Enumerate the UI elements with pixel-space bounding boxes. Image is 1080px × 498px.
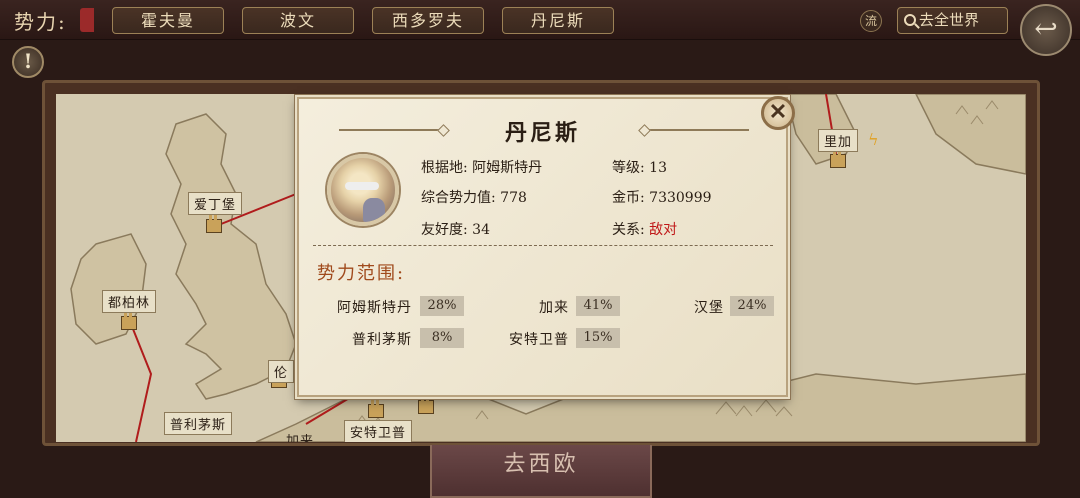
base-value: 阿姆斯特丹	[472, 160, 543, 176]
gold-label: 金币:	[612, 190, 645, 206]
go-west-button[interactable]: 去西欧	[430, 445, 652, 498]
city-marker-anteweipu[interactable]	[368, 400, 384, 418]
back-arrow-icon: ↩	[1034, 12, 1058, 45]
gold-row: 金币: 7330999	[612, 187, 712, 207]
level-value: 13	[649, 160, 667, 176]
city-marker-dubolin[interactable]	[121, 312, 137, 330]
top-bar: 势力: 霍夫曼 波文 西多罗夫 丹尼斯 流 去全世界	[0, 0, 1080, 40]
force-flag-icon	[80, 8, 94, 32]
zone-percent: 28%	[420, 296, 464, 316]
level-row: 等级: 13	[612, 157, 667, 177]
city-label-jialai[interactable]: 加来	[281, 429, 319, 442]
scope-title: 势力范围:	[317, 263, 406, 284]
zone-name: 加来	[539, 300, 569, 316]
city-marker-aidingbao[interactable]	[206, 215, 222, 233]
faction-tab-hoffman[interactable]: 霍夫曼	[112, 7, 224, 34]
popup-title: 丹尼斯	[504, 120, 580, 146]
zone-name: 普利茅斯	[352, 332, 412, 348]
title-ornament-right	[644, 129, 749, 131]
city-marker-amsterdam[interactable]	[418, 396, 434, 414]
power-label: 综合势力值:	[421, 190, 496, 206]
relation-value: 敌对	[649, 222, 678, 238]
search-icon	[904, 14, 916, 26]
power-value: 778	[500, 190, 527, 206]
relation-row: 关系: 敌对	[612, 219, 677, 239]
zone-percent: 8%	[420, 328, 464, 348]
alert-icon[interactable]: !	[12, 46, 44, 78]
zone-percent: 24%	[730, 296, 774, 316]
zone-name: 安特卫普	[509, 332, 569, 348]
zone-percent: 41%	[576, 296, 620, 316]
city-label-anteweipu[interactable]: 安特卫普	[344, 420, 413, 442]
go-world-label: 去全世界	[919, 11, 980, 29]
flow-button[interactable]: 流	[860, 10, 882, 32]
city-marker-lijia[interactable]	[830, 150, 846, 168]
zone-name: 汉堡	[694, 300, 724, 316]
close-button[interactable]: ✕	[761, 96, 795, 130]
zone-name: 阿姆斯特丹	[337, 300, 412, 316]
faction-leader-avatar	[327, 154, 399, 226]
faction-info-popup: 丹尼斯 ✕ 根据地: 阿姆斯特丹 等级: 13 综合势力值: 778 金币: 7…	[297, 96, 795, 397]
section-divider	[313, 245, 773, 246]
force-label: 势力:	[14, 10, 67, 34]
friendship-value: 34	[472, 222, 490, 238]
go-world-button[interactable]: 去全世界	[897, 7, 1008, 34]
relation-label: 关系:	[612, 222, 645, 238]
city-label-dubolin[interactable]: 都柏林	[102, 290, 157, 313]
city-label-pulimaosi[interactable]: 普利茅斯	[164, 412, 233, 435]
power-row: 综合势力值: 778	[421, 187, 527, 207]
base-label: 根据地:	[421, 160, 468, 176]
base-row: 根据地: 阿姆斯特丹	[421, 157, 542, 177]
friendship-row: 友好度: 34	[421, 219, 490, 239]
city-label-lun[interactable]: 伦	[268, 360, 295, 383]
gold-value: 7330999	[649, 190, 712, 206]
faction-tab-sidorov[interactable]: 西多罗夫	[372, 7, 484, 34]
zone-percent: 15%	[576, 328, 620, 348]
faction-tab-bowen[interactable]: 波文	[242, 7, 354, 34]
faction-tab-dennis[interactable]: 丹尼斯	[502, 7, 614, 34]
lightning-icon: ϟ	[868, 130, 879, 149]
city-label-lijia[interactable]: 里加	[818, 129, 859, 152]
level-label: 等级:	[612, 160, 645, 176]
friendship-label: 友好度:	[421, 222, 468, 238]
city-label-aidingbao[interactable]: 爱丁堡	[188, 192, 243, 215]
back-button[interactable]: ↩	[1020, 4, 1072, 56]
